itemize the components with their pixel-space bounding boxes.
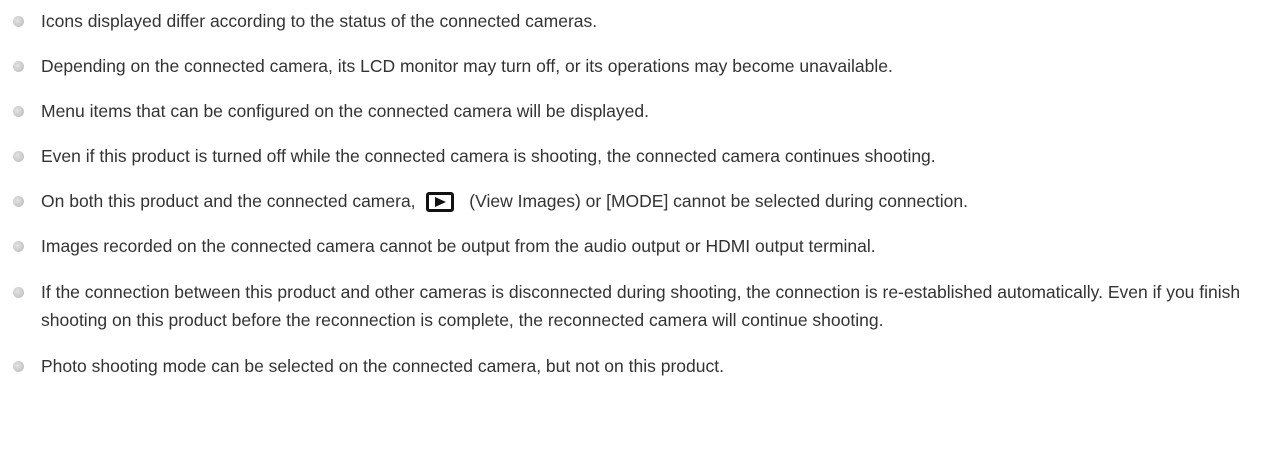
note-text-before: On both this product and the connected c… xyxy=(41,191,416,211)
bullet-icon xyxy=(13,241,24,252)
note-item: Icons displayed differ according to the … xyxy=(12,8,1264,34)
bullet-icon xyxy=(13,106,24,117)
bullet-icon xyxy=(13,16,24,27)
bullet-icon xyxy=(13,61,24,72)
bullet-icon xyxy=(13,151,24,162)
note-text: Even if this product is turned off while… xyxy=(41,146,936,166)
note-item: If the connection between this product a… xyxy=(12,278,1264,334)
note-item: Photo shooting mode can be selected on t… xyxy=(12,353,1264,379)
note-text: Depending on the connected camera, its L… xyxy=(41,56,893,76)
note-text: Photo shooting mode can be selected on t… xyxy=(41,356,724,376)
bullet-icon xyxy=(13,361,24,372)
note-text: If the connection between this product a… xyxy=(41,282,1241,330)
notes-list: Icons displayed differ according to the … xyxy=(0,0,1284,379)
view-images-icon xyxy=(426,192,455,212)
note-text: Menu items that can be configured on the… xyxy=(41,101,649,121)
bullet-icon xyxy=(13,196,24,207)
note-text-after: (View Images) or [MODE] cannot be select… xyxy=(469,191,968,211)
note-item: Depending on the connected camera, its L… xyxy=(12,53,1264,79)
note-item: Menu items that can be configured on the… xyxy=(12,98,1264,124)
note-item: On both this product and the connected c… xyxy=(12,188,1264,214)
bullet-icon xyxy=(13,287,24,298)
note-item: Images recorded on the connected camera … xyxy=(12,233,1264,259)
note-text: Images recorded on the connected camera … xyxy=(41,236,876,256)
note-text: Icons displayed differ according to the … xyxy=(41,11,598,31)
note-item: Even if this product is turned off while… xyxy=(12,143,1264,169)
